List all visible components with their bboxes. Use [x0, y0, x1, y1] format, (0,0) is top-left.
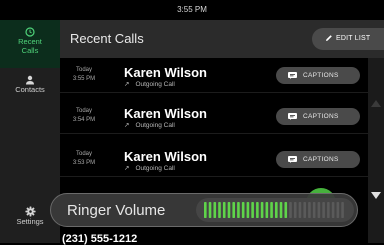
call-row[interactable]: Today 3:55 PM Karen Wilson ↗ Outgoing Cal… [60, 60, 368, 93]
sidebar-item-label: Settings [16, 217, 44, 226]
volume-bar-empty [303, 202, 306, 218]
person-icon [26, 75, 34, 85]
volume-bar-empty [317, 202, 321, 218]
gear-icon [24, 206, 36, 217]
captions-icon [288, 113, 297, 120]
edit-list-label: EDIT LIST [336, 35, 371, 42]
captions-button[interactable]: CAPTIONS [276, 108, 360, 125]
call-day: Today [75, 108, 92, 114]
sidebar-item-contacts[interactable]: Contacts [0, 75, 60, 105]
sidebar-item-label: Contacts [15, 85, 45, 94]
volume-bar-filled [246, 202, 250, 218]
clock-icon [25, 27, 35, 37]
volume-bar-filled [237, 202, 240, 218]
captions-icon [288, 72, 297, 79]
captions-button[interactable]: CAPTIONS [276, 151, 360, 168]
call-direction-label: Outgoing Call [135, 165, 175, 172]
call-timestamp: Today 3:54 PM [66, 107, 102, 125]
call-direction: ↗ Outgoing Call [124, 121, 175, 129]
volume-bar-empty [322, 202, 325, 218]
sidebar-item-label: Calls [21, 45, 39, 55]
caller-name: Karen Wilson [124, 106, 207, 121]
sidebar-item-recent-calls[interactable]: Recent Calls [0, 20, 60, 68]
captions-label: CAPTIONS [303, 72, 339, 79]
volume-bar-filled [260, 202, 264, 218]
volume-bar-filled [218, 202, 221, 218]
volume-bar-filled [275, 202, 278, 218]
pencil-icon [325, 28, 333, 50]
ringer-volume-overlay[interactable]: Ringer Volume [50, 193, 358, 227]
call-direction-label: Outgoing Call [135, 81, 175, 88]
scroll-up-icon[interactable] [371, 100, 381, 107]
volume-bar-filled [222, 202, 226, 218]
caller-name: Karen Wilson [124, 65, 207, 80]
captions-button[interactable]: CAPTIONS [276, 67, 360, 84]
call-direction-label: Outgoing Call [135, 122, 175, 129]
call-direction: ↗ Outgoing Call [124, 80, 175, 88]
call-time: 3:54 PM [72, 117, 96, 123]
outgoing-arrow-icon: ↗ [124, 165, 130, 172]
volume-bar-empty [293, 202, 297, 218]
call-day: Today [75, 67, 92, 73]
call-row[interactable]: Today 3:54 PM Karen Wilson ↗ Outgoing Cal… [60, 101, 368, 134]
status-time: 3:55 PM [177, 5, 207, 14]
captions-icon [288, 156, 297, 163]
call-direction: ↗ Outgoing Call [124, 164, 175, 172]
volume-bar-empty [336, 202, 340, 218]
volume-bar-empty [327, 202, 330, 218]
caller-name: Karen Wilson [124, 149, 207, 164]
volume-bars [204, 202, 344, 218]
volume-bar-filled [279, 202, 283, 218]
call-timestamp: Today 3:53 PM [66, 150, 102, 168]
call-timestamp: Today 3:55 PM [66, 66, 102, 84]
call-time: 3:55 PM [72, 76, 96, 82]
volume-bar-filled [241, 202, 245, 218]
volume-bar-filled [265, 202, 269, 218]
status-bar: 3:55 PM [0, 0, 384, 20]
scrollbar[interactable] [368, 58, 384, 243]
volume-bar-filled [213, 202, 217, 218]
call-row[interactable]: Today 3:53 PM Karen Wilson ↗ Outgoing Cal… [60, 144, 368, 177]
scroll-down-icon[interactable] [371, 192, 381, 199]
volume-bar-empty [298, 202, 302, 218]
volume-bar-filled [284, 202, 288, 218]
volume-bar-filled [270, 202, 273, 218]
call-time: 3:53 PM [72, 160, 96, 166]
volume-bar-empty [331, 202, 335, 218]
outgoing-arrow-icon: ↗ [124, 81, 130, 88]
edit-list-button[interactable]: EDIT LIST [312, 28, 384, 50]
volume-bar-empty [289, 202, 292, 218]
volume-bar-empty [312, 202, 316, 218]
outgoing-arrow-icon: ↗ [124, 122, 130, 129]
volume-bar-filled [251, 202, 254, 218]
volume-bar-empty [308, 202, 311, 218]
volume-meter[interactable] [196, 198, 354, 222]
volume-bar-filled [204, 202, 207, 218]
call-day: Today [75, 151, 92, 157]
captions-label: CAPTIONS [303, 113, 339, 120]
volume-bar-filled [208, 202, 212, 218]
page-header: Recent Calls EDIT LIST [60, 20, 384, 58]
ringer-volume-label: Ringer Volume [67, 202, 166, 219]
volume-bar-empty [341, 202, 344, 218]
volume-bar-filled [232, 202, 235, 218]
partial-phone-number: (231) 555-1212 [62, 233, 138, 245]
page-title: Recent Calls [70, 31, 144, 46]
volume-bar-filled [256, 202, 259, 218]
volume-bar-filled [227, 202, 231, 218]
captions-label: CAPTIONS [303, 156, 339, 163]
